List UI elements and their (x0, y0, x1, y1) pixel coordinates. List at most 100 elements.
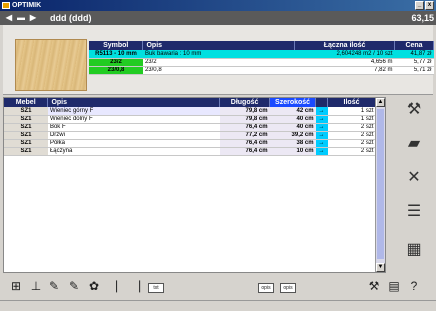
vertical-scrollbar[interactable]: ▲ ▼ (375, 98, 385, 272)
add-element-icon[interactable]: ⊞ (8, 277, 24, 295)
szerokosc-cell: 10 cm (269, 147, 316, 156)
export-txt-icon[interactable]: txt (148, 283, 164, 293)
col-mebel[interactable]: Mebel (4, 98, 49, 107)
total-price: 63,15 (411, 13, 434, 23)
grain-arrow-icon[interactable]: → (315, 115, 328, 124)
ilosc-cell: 2 szt (327, 123, 376, 132)
scroll-down-icon[interactable]: ▼ (376, 263, 385, 272)
hinge-icon[interactable]: ⎸⎹ (116, 277, 140, 295)
tools-icon[interactable]: ✿ (86, 277, 102, 295)
nav-buttons: ◀ ▬ ▶ (4, 13, 38, 23)
help-icon[interactable]: ? (406, 277, 422, 295)
grain-arrow-icon[interactable]: → (315, 147, 328, 156)
ilosc-cell: 7,82 m (294, 66, 395, 75)
forward-icon[interactable]: ▶ (28, 13, 38, 23)
dlugosc-cell: 76,4 cm (219, 139, 270, 148)
opis-cell: Wieniec górny F (47, 107, 220, 116)
minimize-button[interactable]: _ (415, 1, 424, 10)
dlugosc-cell: 79,8 cm (219, 107, 270, 116)
symbol-cell: R5113 - 10 mm (89, 50, 143, 59)
table-row[interactable]: R5113 - 10 mm Buk bawaria : 10 mm 2,6042… (89, 50, 434, 59)
header-bar: ◀ ▬ ▶ ddd (ddd) 63,15 (0, 11, 436, 25)
project-title: ddd (ddd) (50, 13, 92, 23)
ilosc-cell: 2 szt (327, 139, 376, 148)
table-row[interactable]: SZ1 Bok F 76,4 cm 40 cm → 2 szt (4, 123, 376, 132)
ilosc-cell: 2 szt (327, 131, 376, 140)
ilosc-cell: 1 szt (327, 115, 376, 124)
edge-band-icon[interactable]: ✎ (46, 277, 62, 295)
import-opis-icon[interactable]: opis (258, 283, 274, 293)
opis-cell: Drzwi (47, 131, 220, 140)
wrench-icon[interactable]: ⚒ (366, 277, 382, 295)
cabinet-icon[interactable]: ▦ (396, 237, 432, 263)
table-row[interactable]: SZ1 Drzwi 77,2 cm 39,2 cm → 2 szt (4, 131, 376, 140)
table-row[interactable]: SZ1 Wieniec dolny F 79,8 cm 40 cm → 1 sz… (4, 115, 376, 124)
mebel-cell: SZ1 (4, 139, 48, 148)
grain-arrow-icon[interactable]: → (315, 123, 328, 132)
bottom-toolbar: ⊞ ⊥ ✎ ✎ ✿ ⎸⎹ txt opis opis ⚒ ▤ ? (0, 275, 436, 297)
grain-arrow-icon[interactable]: → (315, 139, 328, 148)
app-title: OPTIMIK (12, 2, 42, 9)
cena-cell: 41,87 zł (394, 50, 434, 59)
ilosc-cell: 1 szt (327, 107, 376, 116)
dlugosc-cell: 79,8 cm (219, 115, 270, 124)
dlugosc-cell: 76,4 cm (219, 123, 270, 132)
ilosc-cell: 2 szt (327, 147, 376, 156)
material-preview (15, 39, 87, 91)
scroll-up-icon[interactable]: ▲ (376, 98, 385, 107)
symbol-cell: 23/2 (89, 58, 143, 67)
ilosc-cell: 2,604248 m2 / 10 szt (294, 50, 395, 59)
cena-cell: 5,71 zł (394, 66, 434, 75)
mebel-cell: SZ1 (4, 107, 48, 116)
print-icon[interactable]: ▤ (386, 277, 402, 295)
status-bar (0, 300, 436, 311)
col-ilosc[interactable]: Ilość (327, 98, 376, 107)
grain-arrow-icon[interactable]: → (315, 131, 328, 140)
opis-cell: Wieniec dolny F (47, 115, 220, 124)
side-toolbar: ⚒ ▰ ✕ ☰ ▦ (392, 93, 436, 273)
dlugosc-cell: 77,2 cm (219, 131, 270, 140)
mebel-cell: SZ1 (4, 131, 48, 140)
panels-icon[interactable]: ▰ (396, 131, 432, 157)
grain-arrow-icon[interactable]: → (315, 107, 328, 116)
col-opis[interactable]: Opis (47, 98, 221, 107)
opis-cell: Bok F (47, 123, 220, 132)
col-symbol[interactable]: Symbol (89, 41, 144, 50)
table-row[interactable]: 23/0,8 23/0,8 7,82 m 5,71 zł (89, 66, 434, 75)
opis-cell: Buk bawaria : 10 mm (142, 50, 295, 59)
drill-icon[interactable]: ⊥ (28, 277, 44, 295)
scroll-thumb[interactable] (377, 109, 384, 259)
szerokosc-cell: 39,2 cm (269, 131, 316, 140)
opis-cell: 23/2 (142, 58, 295, 67)
table-row[interactable]: SZ1 Półka 76,4 cm 38 cm → 2 szt (4, 139, 376, 148)
table-row[interactable]: SZ1 Łączyna 76,4 cm 10 cm → 2 szt (4, 147, 376, 156)
folder-icon[interactable]: ▬ (16, 13, 26, 23)
layers-icon[interactable]: ☰ (396, 199, 432, 225)
app-icon (2, 2, 10, 9)
back-icon[interactable]: ◀ (4, 13, 14, 23)
saw-icon[interactable]: ⚒ (396, 97, 432, 123)
col-cena[interactable]: Cena (394, 41, 434, 50)
opis-cell: Łączyna (47, 147, 220, 156)
col-szerokosc[interactable]: Szerokość (269, 98, 317, 107)
window-controls: _ x (415, 1, 434, 10)
table-row[interactable]: 23/2 23/2 4,656 m 5,77 zł (89, 58, 434, 67)
col-dlugosc[interactable]: Długość (219, 98, 271, 107)
szerokosc-cell: 40 cm (269, 123, 316, 132)
mebel-cell: SZ1 (4, 147, 48, 156)
col-arrow (315, 98, 329, 107)
elements-table-header: Mebel Opis Długość Szerokość Ilość (4, 98, 376, 107)
mebel-cell: SZ1 (4, 123, 48, 132)
szerokosc-cell: 40 cm (269, 115, 316, 124)
close-button[interactable]: x (425, 1, 434, 10)
ilosc-cell: 4,656 m (294, 58, 395, 67)
elements-table: Mebel Opis Długość Szerokość Ilość SZ1 W… (4, 98, 376, 156)
col-opis[interactable]: Opis (142, 41, 296, 50)
elements-panel: Mebel Opis Długość Szerokość Ilość SZ1 W… (3, 97, 386, 273)
cross-icon[interactable]: ✕ (396, 165, 432, 191)
col-ilosc[interactable]: Łączna ilość (294, 41, 396, 50)
table-row[interactable]: SZ1 Wieniec górny F 79,8 cm 42 cm → 1 sz… (4, 107, 376, 116)
edge-band-alt-icon[interactable]: ✎ (66, 277, 82, 295)
export-opis-icon[interactable]: opis (280, 283, 296, 293)
material-panel: Symbol Opis Łączna ilość Cena R5113 - 10… (3, 25, 434, 95)
